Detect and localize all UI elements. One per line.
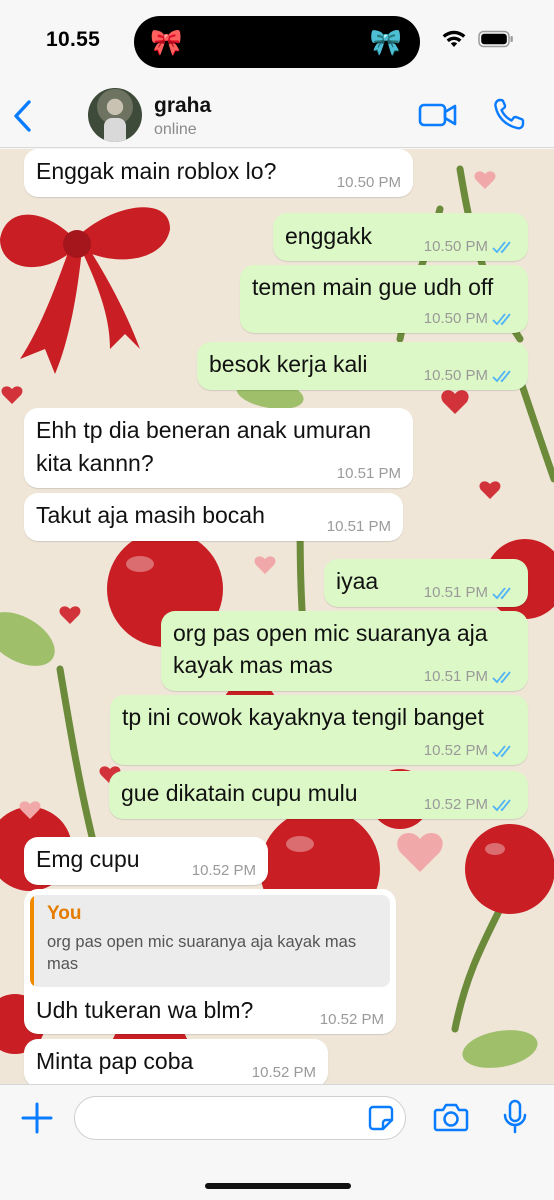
message-bubble-outgoing[interactable]: enggakk 10.50 PM (273, 213, 528, 261)
home-indicator[interactable] (205, 1183, 351, 1189)
microphone-icon[interactable] (503, 1099, 527, 1135)
battery-icon (478, 30, 513, 48)
read-double-tick-icon (492, 312, 511, 325)
read-double-tick-icon (492, 369, 511, 382)
message-bubble-incoming[interactable]: Emg cupu 10.52 PM (24, 837, 268, 885)
message-bubble-outgoing[interactable]: tp ini cowok kayaknya tengil banget 10.5… (110, 695, 528, 765)
message-time: 10.50 PM (336, 174, 401, 191)
wifi-icon (442, 30, 466, 47)
quote-author: You (47, 903, 82, 924)
back-chevron-icon[interactable] (10, 96, 36, 136)
message-bubble-incoming[interactable]: Takut aja masih bocah 10.51 PM (24, 493, 403, 541)
message-time: 10.51 PM (336, 465, 401, 482)
quote-text: org pas open mic suaranya aja kayak mas … (47, 933, 357, 973)
message-time: 10.50 PM (423, 367, 488, 384)
message-text: enggakk (285, 223, 372, 249)
contact-name[interactable]: graha (154, 94, 211, 118)
message-time: 10.51 PM (423, 668, 488, 685)
blue-bow-decoration: 🎀 (369, 27, 402, 57)
chat-header: graha online (0, 82, 554, 148)
message-bubble-incoming[interactable]: Ehh tp dia beneran anak umuran kita kann… (24, 408, 413, 488)
message-time: 10.50 PM (423, 310, 488, 327)
message-time: 10.50 PM (423, 238, 488, 255)
message-text-line: kayak mas mas (173, 652, 333, 678)
pink-bow-decoration: 🎀 (150, 27, 183, 57)
dynamic-island: 🎀 🎀 (134, 16, 420, 68)
message-text: iyaa (336, 568, 379, 594)
message-text: Takut aja masih bocah (36, 502, 265, 528)
message-bubble-incoming[interactable]: Enggak main roblox lo? 10.50 PM (24, 149, 413, 197)
read-double-tick-icon (492, 586, 511, 599)
sticker-icon[interactable] (368, 1105, 394, 1131)
message-text: Minta pap coba (36, 1048, 194, 1074)
message-bubble-outgoing[interactable]: org pas open mic suaranya aja kayak mas … (161, 611, 528, 691)
quoted-message[interactable]: You org pas open mic suaranya aja kayak … (30, 895, 390, 987)
camera-icon[interactable] (433, 1101, 469, 1133)
message-input[interactable] (74, 1096, 406, 1140)
message-text: besok kerja kali (209, 351, 368, 377)
contact-avatar[interactable] (88, 88, 142, 142)
message-bubble-outgoing[interactable]: gue dikatain cupu mulu 10.52 PM (109, 771, 528, 819)
phone-call-icon[interactable] (492, 96, 526, 132)
video-call-icon[interactable] (418, 100, 458, 130)
read-double-tick-icon (492, 744, 511, 757)
read-double-tick-icon (492, 670, 511, 683)
message-text: Udh tukeran wa blm? (36, 997, 254, 1023)
chat-area[interactable]: Enggak main roblox lo? 10.50 PM enggakk … (0, 149, 554, 1084)
status-bar: 10.55 🎀 🎀 (0, 0, 554, 82)
message-time: 10.52 PM (423, 796, 488, 813)
message-text: tp ini cowok kayaknya tengil banget (122, 704, 484, 730)
message-time: 10.52 PM (251, 1064, 316, 1081)
message-bubble-outgoing[interactable]: besok kerja kali 10.50 PM (197, 342, 528, 390)
message-text-line: Ehh tp dia beneran anak umuran (36, 417, 372, 443)
message-time: 10.52 PM (191, 862, 256, 879)
message-text-line: org pas open mic suaranya aja (173, 620, 488, 646)
message-text-line: kita kannn? (36, 450, 154, 476)
message-text: Emg cupu (36, 846, 140, 872)
message-time: 10.51 PM (326, 518, 391, 535)
message-bubble-reply-incoming[interactable]: You org pas open mic suaranya aja kayak … (24, 889, 396, 1034)
message-text: gue dikatain cupu mulu (121, 780, 358, 806)
status-icons (442, 30, 514, 48)
message-input-bar (0, 1084, 554, 1200)
read-double-tick-icon (492, 240, 511, 253)
message-time: 10.51 PM (423, 584, 488, 601)
read-double-tick-icon (492, 798, 511, 811)
message-text: temen main gue udh off (252, 274, 494, 300)
message-text: Enggak main roblox lo? (36, 158, 277, 184)
message-time: 10.52 PM (423, 742, 488, 759)
message-time: 10.52 PM (319, 1011, 384, 1028)
message-bubble-outgoing[interactable]: iyaa 10.51 PM (324, 559, 528, 607)
contact-status: online (154, 121, 197, 138)
message-bubble-incoming[interactable]: Minta pap coba 10.52 PM (24, 1039, 328, 1084)
quote-accent-bar (30, 895, 34, 987)
message-bubble-outgoing[interactable]: temen main gue udh off 10.50 PM (240, 265, 528, 333)
attach-plus-icon[interactable] (20, 1101, 54, 1135)
status-time: 10.55 (46, 28, 101, 51)
